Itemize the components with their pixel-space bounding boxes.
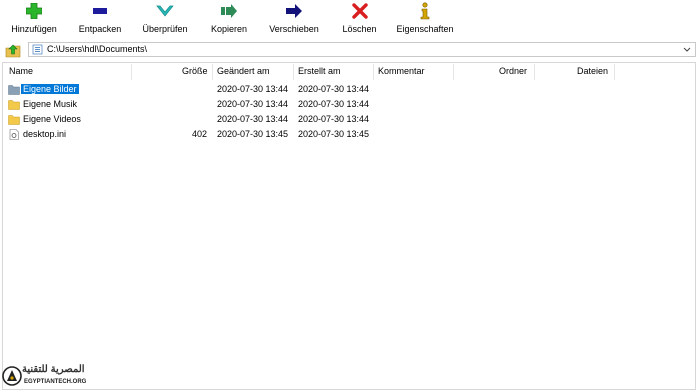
test-label: Überprüfen [142, 24, 188, 34]
folder-icon [8, 115, 20, 125]
move-label: Verschieben [269, 24, 319, 34]
egyptiantech-logo-icon [2, 366, 22, 386]
add-label: Hinzufügen [11, 24, 57, 34]
column-divider[interactable] [614, 64, 615, 80]
add-button[interactable]: Hinzufügen [9, 2, 59, 38]
watermark-english: EGYPTIANTECH.ORG [24, 379, 87, 385]
info-label: Eigenschaften [396, 24, 454, 34]
test-button[interactable]: Überprüfen [140, 2, 190, 38]
row-name: Eigene Bilder [21, 84, 79, 94]
up-folder-icon [5, 44, 21, 58]
column-divider[interactable] [293, 64, 294, 80]
column-folders[interactable]: Ordner [499, 66, 527, 76]
chevron-down-icon[interactable] [682, 43, 692, 56]
file-list: Name Größe Geändert am Erstellt am Komme… [2, 62, 696, 390]
extract-label: Entpacken [78, 24, 122, 34]
table-row[interactable]: Eigene Videos 2020-07-30 13:44 2020-07-3… [3, 112, 695, 127]
row-modified: 2020-07-30 13:44 [217, 84, 289, 94]
copy-arrow-icon [220, 2, 238, 20]
row-name: Eigene Musik [23, 99, 78, 109]
info-button[interactable]: Eigenschaften [395, 2, 455, 38]
copy-label: Kopieren [210, 24, 248, 34]
column-size[interactable]: Größe [182, 66, 208, 76]
row-modified: 2020-07-30 13:44 [217, 99, 289, 109]
settings-file-icon [9, 129, 19, 140]
column-divider[interactable] [212, 64, 213, 80]
table-row[interactable]: Eigene Bilder 2020-07-30 13:44 2020-07-3… [3, 82, 695, 97]
row-created: 2020-07-30 13:44 [298, 99, 370, 109]
folder-path-icon [32, 44, 43, 55]
delete-button[interactable]: Löschen [341, 2, 378, 38]
info-icon [416, 2, 434, 20]
copy-button[interactable]: Kopieren [209, 2, 249, 38]
column-divider[interactable] [534, 64, 535, 80]
address-bar: C:\Users\hdl\Documents\ [0, 42, 698, 58]
move-button[interactable]: Verschieben [268, 2, 320, 38]
column-divider[interactable] [373, 64, 374, 80]
row-created: 2020-07-30 13:44 [298, 114, 370, 124]
delete-label: Löschen [342, 24, 377, 34]
folder-shortcut-icon [8, 85, 20, 95]
column-created[interactable]: Erstellt am [298, 66, 341, 76]
checkmark-icon [156, 2, 174, 20]
up-folder-button[interactable] [5, 42, 21, 58]
row-size: 402 [191, 129, 207, 139]
toolbar: Hinzufügen Entpacken Überprüfen Kopieren… [0, 0, 698, 40]
address-path: C:\Users\hdl\Documents\ [47, 44, 148, 54]
column-divider[interactable] [453, 64, 454, 80]
move-arrow-icon [285, 2, 303, 20]
address-field[interactable]: C:\Users\hdl\Documents\ [28, 42, 696, 57]
minus-icon [91, 2, 109, 20]
row-created: 2020-07-30 13:44 [298, 84, 370, 94]
row-modified: 2020-07-30 13:45 [217, 129, 289, 139]
column-comment[interactable]: Kommentar [378, 66, 425, 76]
table-row[interactable]: Eigene Musik 2020-07-30 13:44 2020-07-30… [3, 97, 695, 112]
column-files[interactable]: Dateien [577, 66, 608, 76]
delete-x-icon [351, 2, 369, 20]
row-created: 2020-07-30 13:45 [298, 129, 370, 139]
table-row[interactable]: desktop.ini 402 2020-07-30 13:45 2020-07… [3, 127, 695, 142]
column-header: Name Größe Geändert am Erstellt am Komme… [3, 63, 695, 81]
extract-button[interactable]: Entpacken [77, 2, 123, 38]
watermark-arabic: المصرية للتقنية [22, 364, 85, 375]
watermark: المصرية للتقنية EGYPTIANTECH.ORG [2, 364, 100, 390]
row-modified: 2020-07-30 13:44 [217, 114, 289, 124]
column-divider[interactable] [131, 64, 132, 80]
row-name: Eigene Videos [23, 114, 81, 124]
row-name: desktop.ini [23, 129, 67, 139]
plus-icon [25, 2, 43, 20]
column-modified[interactable]: Geändert am [217, 66, 270, 76]
column-name[interactable]: Name [9, 66, 33, 76]
folder-icon [8, 100, 20, 110]
